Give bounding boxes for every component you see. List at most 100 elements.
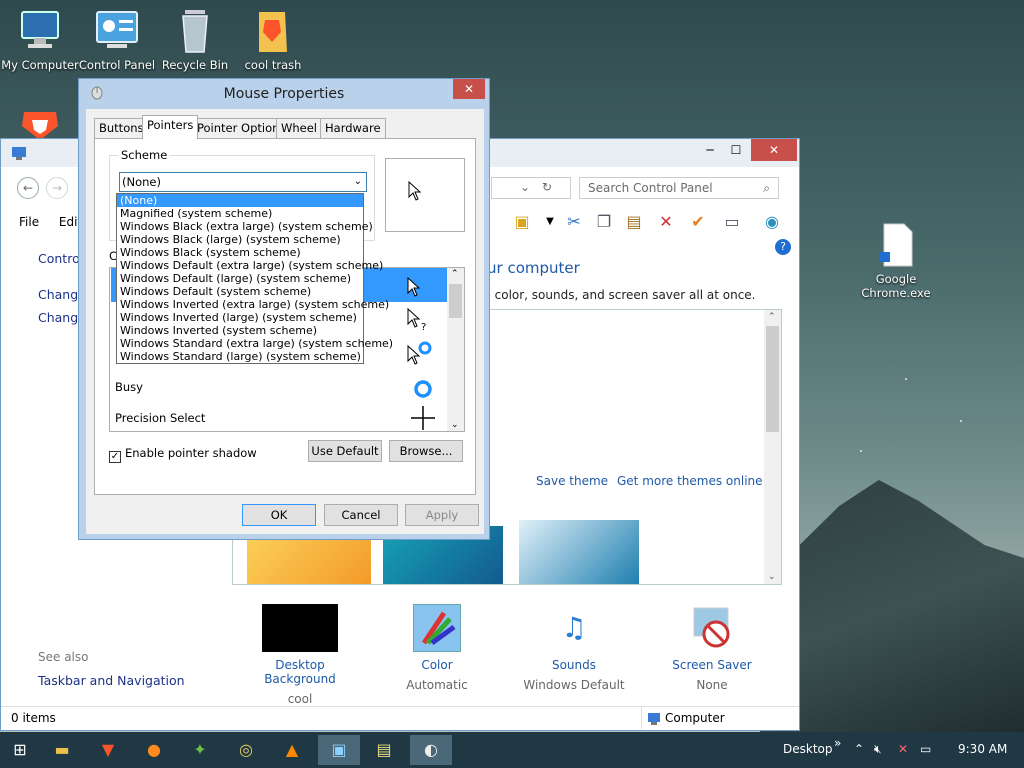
tab-hardware[interactable]: Hardware <box>320 118 386 138</box>
pointer-row-label: Busy <box>115 380 143 394</box>
scissors-icon[interactable]: ✂ <box>563 211 585 233</box>
left-link-control-panel-home[interactable]: Control <box>38 251 83 266</box>
screen-saver-icon <box>688 604 736 652</box>
pointer-list-scrollbar[interactable]: ⌃ ⌄ <box>447 268 464 431</box>
chevron-down-icon[interactable]: ▼ <box>539 211 561 233</box>
scheme-option[interactable]: Windows Inverted (system scheme) <box>117 324 363 337</box>
ok-button[interactable]: OK <box>242 504 316 526</box>
browse-button[interactable]: Browse... <box>389 440 463 462</box>
rename-icon[interactable]: ▭ <box>721 211 743 233</box>
chevron-double-right-icon[interactable]: » <box>834 736 841 750</box>
chevron-down-icon[interactable]: ⌄ <box>451 420 459 430</box>
scheme-option[interactable]: Windows Standard (large) (system scheme) <box>117 350 363 363</box>
desktop-icon-label: Google Chrome.exe <box>861 272 931 300</box>
clock[interactable]: 9:30 AM <box>958 742 1007 756</box>
firefox-icon[interactable]: ● <box>138 735 170 765</box>
chevron-up-icon[interactable]: ⌃ <box>768 312 776 322</box>
pointer-row-label: Precision Select <box>115 411 206 425</box>
paste-icon[interactable]: ▤ <box>623 211 645 233</box>
maximize-button[interactable]: ☐ <box>721 139 751 161</box>
scroll-thumb[interactable] <box>449 284 462 318</box>
network-error-icon[interactable]: ✕ <box>898 742 908 756</box>
brave-browser-icon[interactable]: ▼ <box>92 735 124 765</box>
see-also-title: See also <box>38 650 89 664</box>
forward-button[interactable]: → <box>46 177 68 199</box>
scheme-option[interactable]: Magnified (system scheme) <box>117 207 363 220</box>
scheme-option[interactable]: Windows Default (extra large) (system sc… <box>117 259 383 272</box>
check-icon[interactable]: ✔ <box>687 211 709 233</box>
delete-icon[interactable]: ✕ <box>655 211 677 233</box>
scheme-combobox[interactable]: (None) ⌄ <box>119 172 367 192</box>
scheme-option[interactable]: Windows Default (large) (system scheme) <box>117 272 363 285</box>
item-value: None <box>696 678 728 692</box>
windows-start-icon[interactable]: ⊞ <box>4 735 36 765</box>
copy-icon[interactable]: ❐ <box>593 211 615 233</box>
item-label: Desktop Background <box>264 658 336 686</box>
desktop-icon-control-panel[interactable]: Control Panel <box>77 8 157 72</box>
desktop-toolbar-label[interactable]: Desktop <box>783 742 833 756</box>
item-value: cool <box>287 692 313 706</box>
sounds-item[interactable]: ♫ Sounds Windows Default <box>514 604 634 692</box>
cancel-button[interactable]: Cancel <box>324 504 398 526</box>
chevron-up-icon[interactable]: ⌃ <box>451 269 459 279</box>
scheme-option[interactable]: Windows Black (large) (system scheme) <box>117 233 363 246</box>
address-bar[interactable]: ⌄ ↻ <box>491 177 571 199</box>
item-value: Automatic <box>406 678 468 692</box>
tab-wheel[interactable]: Wheel <box>276 118 323 138</box>
desktop-icon-label: cool trash <box>244 58 302 72</box>
pointer-row-busy[interactable]: Busy <box>111 370 447 404</box>
back-button[interactable]: ← <box>17 177 39 199</box>
theme-thumbnail[interactable] <box>519 520 639 584</box>
chevron-down-icon: ⌄ <box>353 176 362 187</box>
app-icon[interactable]: ✦ <box>184 735 216 765</box>
scheme-dropdown-list[interactable]: (None) Magnified (system scheme) Windows… <box>116 193 393 364</box>
search-input[interactable]: Search Control Panel ⌕ <box>579 177 779 199</box>
folder-brave-icon <box>249 8 297 54</box>
close-button[interactable]: ✕ <box>751 139 797 161</box>
scheme-option[interactable]: Windows Default (system scheme) <box>117 285 363 298</box>
desktop-icon-google-chrome[interactable]: Google Chrome.exe <box>856 222 936 300</box>
vlc-icon[interactable]: ▲ <box>276 735 308 765</box>
menu-file[interactable]: File <box>19 215 39 229</box>
scheme-option[interactable]: Windows Inverted (large) (system scheme) <box>117 311 363 324</box>
folder-check-icon[interactable]: ▣ <box>511 211 533 233</box>
refresh-icon[interactable]: ↻ <box>542 180 552 194</box>
control-panel-taskbar-icon[interactable]: ▣ <box>318 735 360 765</box>
network-icon[interactable]: ▭ <box>920 742 931 756</box>
enable-pointer-shadow-checkbox[interactable]: ✓ Enable pointer shadow <box>109 446 257 463</box>
color-item[interactable]: Color Automatic <box>377 604 497 692</box>
scheme-option[interactable]: Windows Standard (extra large) (system s… <box>117 337 393 350</box>
desktop-background-item[interactable]: Desktop Background cool <box>240 604 360 706</box>
pointer-row-precision-select[interactable]: Precision Select <box>111 404 447 432</box>
help-icon[interactable]: ? <box>775 239 791 255</box>
scheme-option[interactable]: Windows Black (extra large) (system sche… <box>117 220 373 233</box>
disc-icon[interactable]: ◎ <box>230 735 262 765</box>
get-more-themes-link[interactable]: Get more themes online <box>617 474 763 488</box>
scroll-thumb[interactable] <box>766 326 779 432</box>
file-explorer-icon[interactable]: ▬ <box>46 735 78 765</box>
mouse-taskbar-icon[interactable]: ◐ <box>410 735 452 765</box>
speaker-muted-icon[interactable]: 🔇︎ <box>874 742 882 757</box>
desktop-icon-recycle-bin[interactable]: Recycle Bin <box>155 8 235 72</box>
chevron-down-icon: ⌄ <box>520 180 531 194</box>
desktop-icon-my-computer[interactable]: My Computer <box>0 8 80 72</box>
screen-saver-item[interactable]: Screen Saver None <box>652 604 772 692</box>
scheme-option[interactable]: Windows Black (system scheme) <box>117 246 363 259</box>
chevron-down-icon[interactable]: ⌄ <box>768 572 776 582</box>
chevron-up-icon[interactable]: ⌃ <box>854 742 864 756</box>
close-button[interactable]: ✕ <box>453 79 485 99</box>
themes-scrollbar[interactable]: ⌃ ⌄ <box>764 310 781 584</box>
notepad-icon[interactable]: ▤ <box>368 735 400 765</box>
scheme-option[interactable]: (None) <box>117 194 363 207</box>
save-theme-link[interactable]: Save theme <box>536 474 608 488</box>
wallpaper-star <box>905 378 907 380</box>
shell-icon[interactable]: ◉ <box>761 211 783 233</box>
window-app-icon <box>11 145 27 164</box>
desktop-icon-cool-trash[interactable]: cool trash <box>233 8 313 72</box>
taskbar-navigation-link[interactable]: Taskbar and Navigation <box>38 673 185 688</box>
use-default-button[interactable]: Use Default <box>308 440 382 462</box>
tab-buttons[interactable]: Buttons <box>94 118 149 138</box>
scheme-option[interactable]: Windows Inverted (extra large) (system s… <box>117 298 389 311</box>
apply-button[interactable]: Apply <box>405 504 479 526</box>
tab-pointers[interactable]: Pointers <box>142 115 199 139</box>
